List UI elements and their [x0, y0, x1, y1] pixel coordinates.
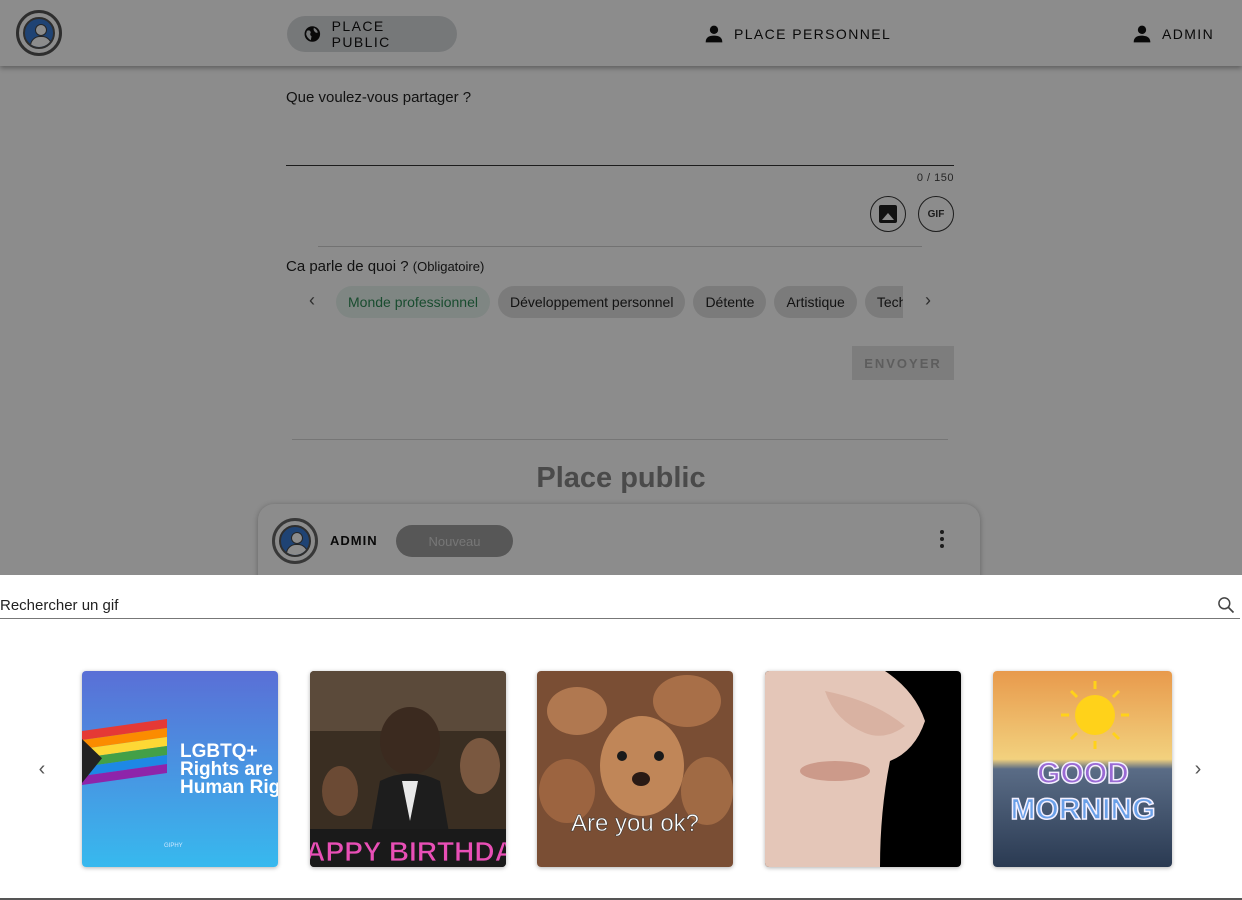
gif-caption-line-2: MORNING [1011, 793, 1156, 826]
search-icon[interactable] [1216, 595, 1236, 615]
chevron-left-icon[interactable]: ‹ [32, 758, 52, 781]
modal-backdrop[interactable] [0, 0, 1242, 575]
gif-tile[interactable]: Are you ok? [537, 671, 733, 867]
gif-caption: Are you ok? [571, 810, 699, 837]
gif-tile[interactable]: GOOD MORNING [993, 671, 1172, 867]
gif-caption-line-1: GOOD [1037, 757, 1129, 790]
gif-search-input[interactable] [0, 593, 1200, 617]
gif-tile[interactable]: LGBTQ+ Rights are Human Rig GIPHY [82, 671, 278, 867]
gif-caption: HAPPY BIRTHDAY [310, 836, 506, 867]
gif-tile[interactable]: HAPPY BIRTHDAY [310, 671, 506, 867]
gif-image-puppies: Are you ok? [537, 671, 733, 867]
gif-picker-drawer: ‹ LGBTQ+ Rights are Human Rig GIPHY [0, 575, 1242, 900]
gif-image-birthday: HAPPY BIRTHDAY [310, 671, 506, 867]
gif-image-lgbtq: LGBTQ+ Rights are Human Rig GIPHY [82, 671, 278, 867]
gif-tile[interactable] [765, 671, 961, 867]
gif-image-good-morning: GOOD MORNING [993, 671, 1172, 867]
search-underline [0, 618, 1240, 619]
gif-image-cat-closeup [765, 671, 961, 867]
chevron-right-icon[interactable]: › [1188, 758, 1208, 781]
gif-caption-line-3: Human Rig [180, 777, 278, 798]
gif-search-field [0, 593, 1238, 619]
giphy-watermark: GIPHY [164, 843, 183, 849]
